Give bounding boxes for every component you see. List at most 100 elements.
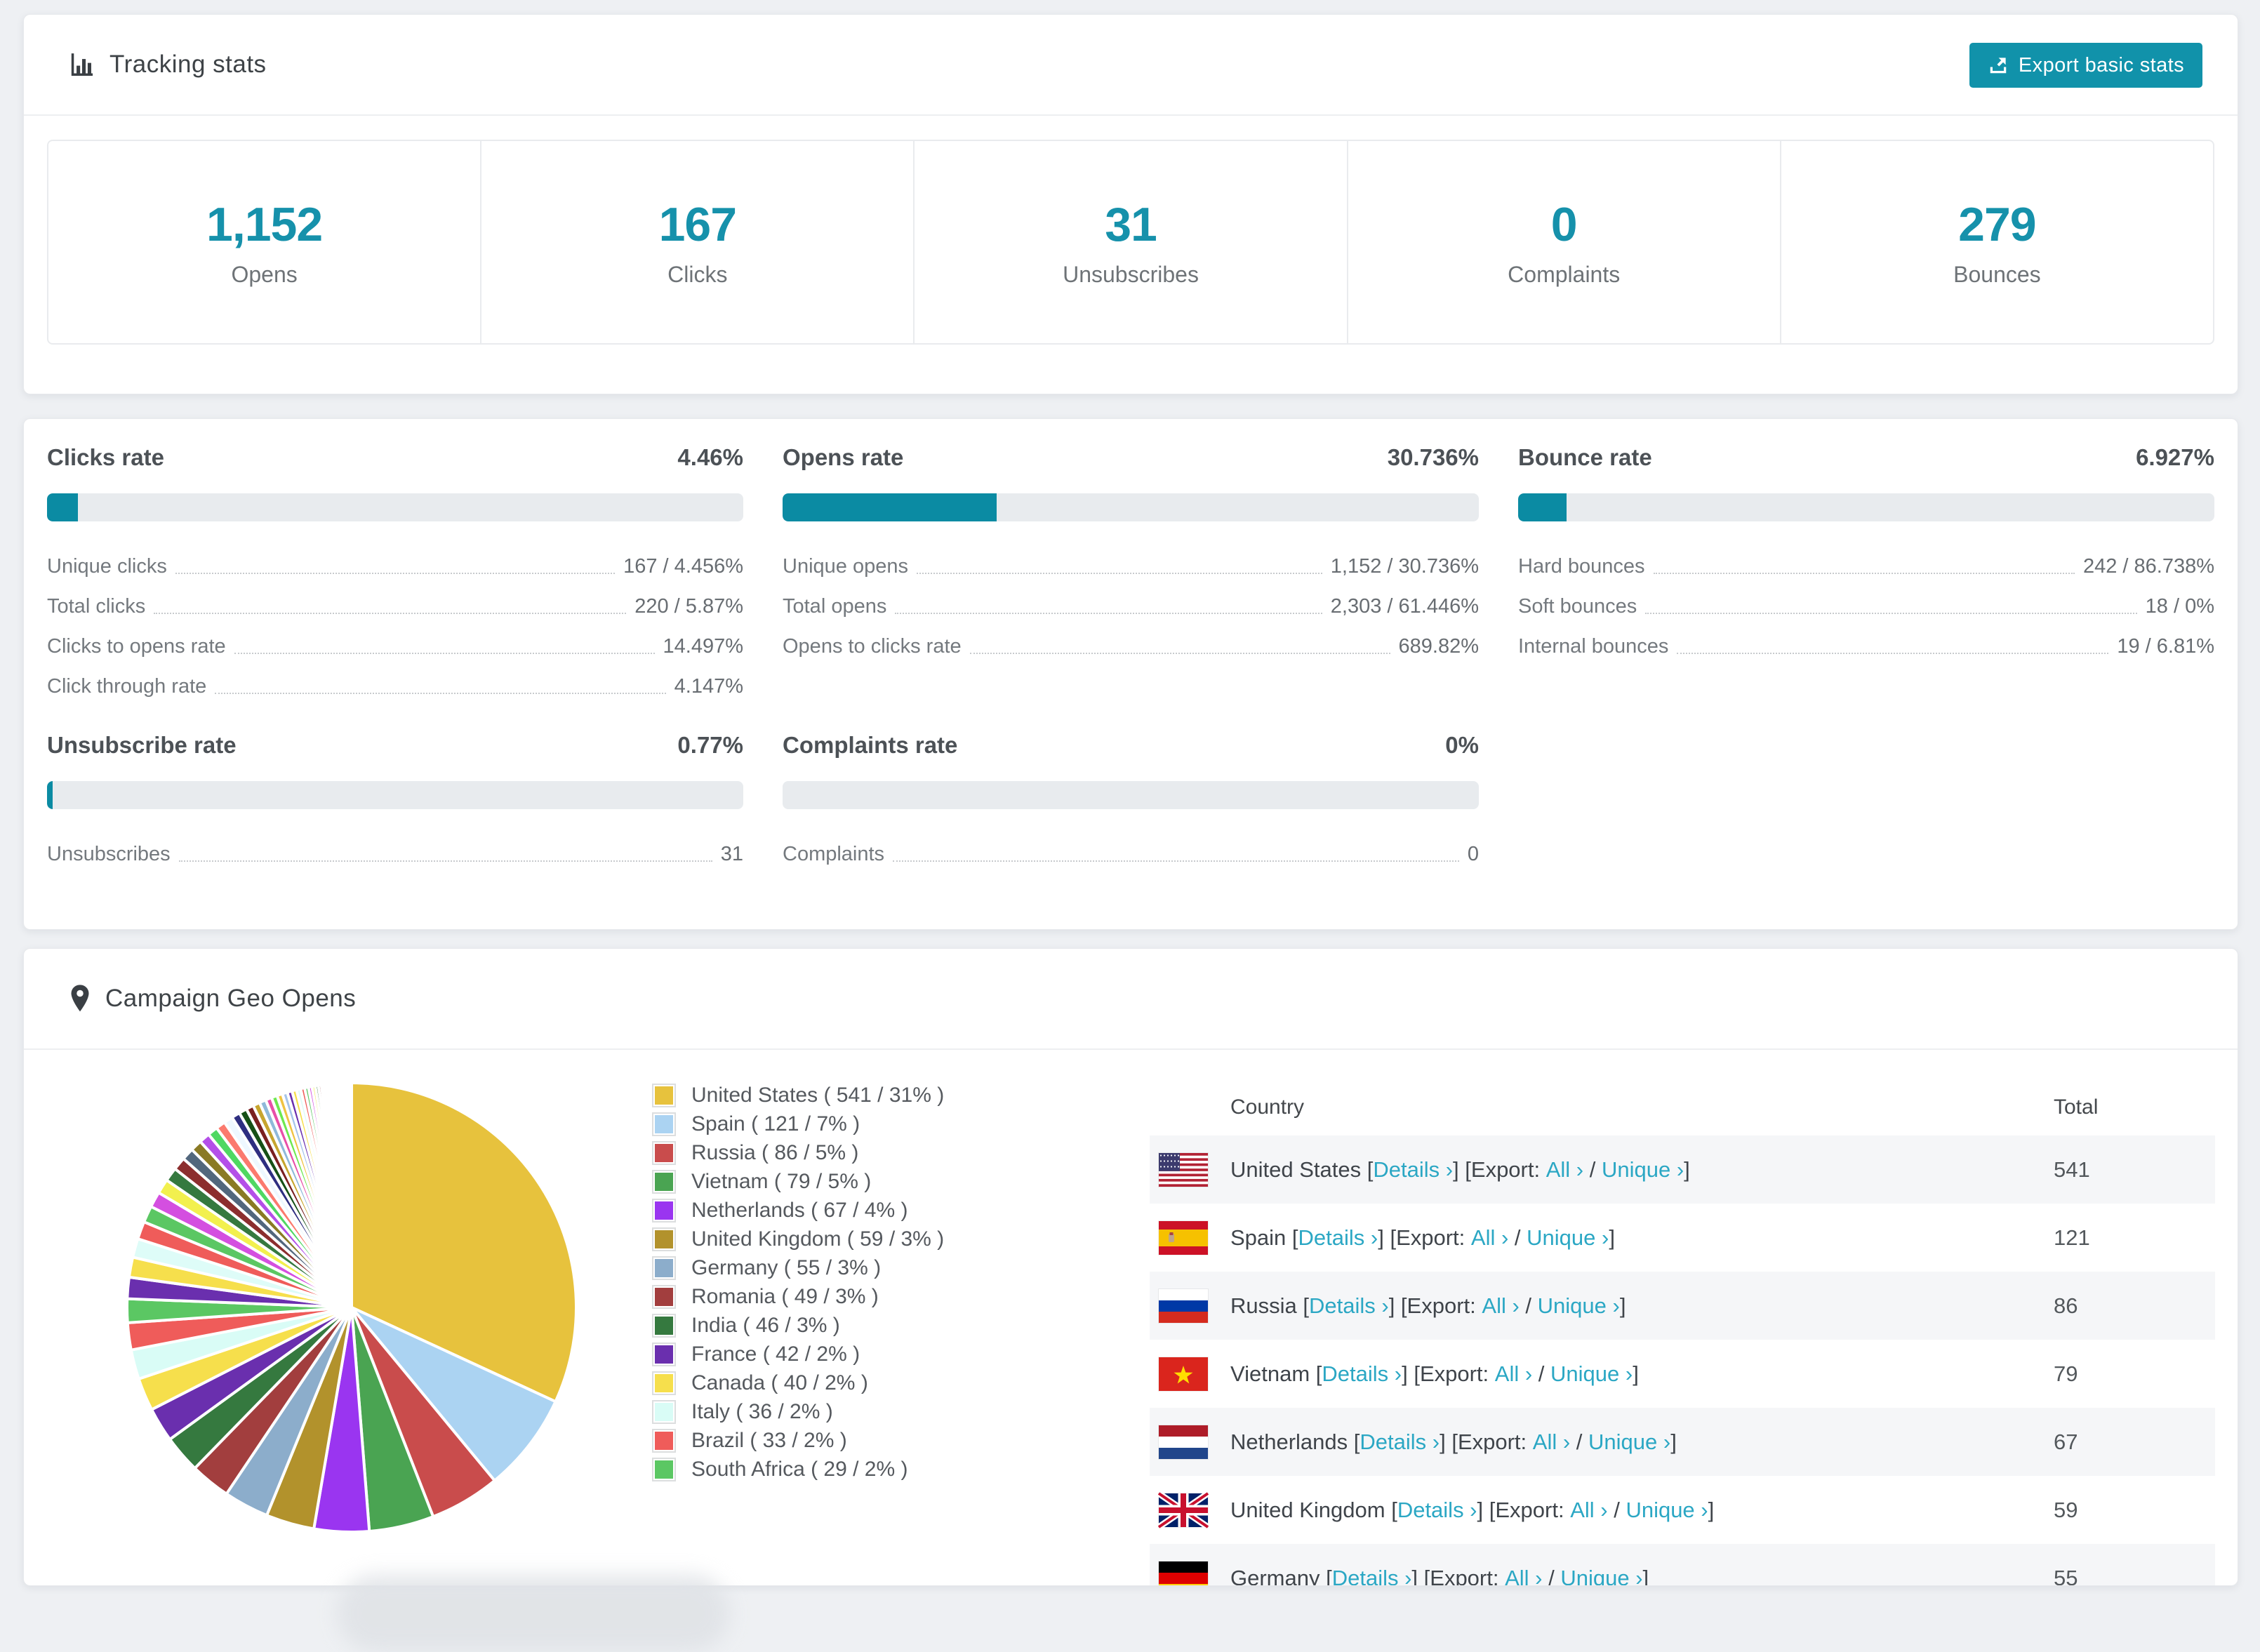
total-column-header: Total	[2054, 1095, 2099, 1119]
stat-row: Internal bounces 19 / 6.81%	[1518, 627, 2214, 667]
legend-item: United Kingdom ( 59 / 3% )	[652, 1225, 944, 1253]
export-unique-link[interactable]: Unique ›	[1550, 1361, 1633, 1386]
legend-label: United Kingdom ( 59 / 3% )	[691, 1227, 945, 1251]
stat-value: 2,303 / 61.446%	[1330, 595, 1479, 618]
export-unique-link[interactable]: Unique ›	[1626, 1498, 1708, 1522]
summary-label: Bounces	[1953, 261, 2041, 287]
export-all-link[interactable]: All ›	[1495, 1361, 1532, 1386]
details-link[interactable]: Details ›	[1360, 1430, 1440, 1454]
export-all-link[interactable]: All ›	[1546, 1157, 1583, 1182]
legend-item: Brazil ( 33 / 2% )	[652, 1426, 944, 1455]
geo-pie-chart	[106, 1057, 597, 1548]
stat-row: Hard bounces 242 / 86.738%	[1518, 547, 2214, 587]
stat-row: Opens to clicks rate 689.82%	[783, 627, 1479, 667]
summary-cell: 0 Complaints	[1348, 141, 1781, 343]
dotted-leader	[175, 572, 616, 574]
legend-label: Spain ( 121 / 7% )	[691, 1112, 860, 1135]
legend-label: Italy ( 36 / 2% )	[691, 1399, 833, 1423]
country-name: Russia	[1230, 1293, 1297, 1318]
export-unique-link[interactable]: Unique ›	[1560, 1566, 1642, 1586]
dotted-leader	[895, 612, 1322, 614]
rate-block: Bounce rate 6.927% Hard bounces 242 / 86…	[1518, 444, 2214, 707]
dotted-leader	[178, 860, 712, 862]
rate-block: Opens rate 30.736% Unique opens 1,152 / …	[783, 444, 1479, 707]
stat-value: 689.82%	[1398, 635, 1480, 658]
rate-title: Clicks rate	[47, 444, 164, 470]
country-name: United Kingdom	[1230, 1497, 1385, 1522]
export-all-link[interactable]: All ›	[1471, 1225, 1508, 1250]
summary-cell: 31 Unsubscribes	[915, 141, 1348, 343]
export-basic-stats-button[interactable]: Export basic stats	[1969, 43, 2202, 88]
dotted-leader	[154, 612, 627, 614]
progress-bar	[1518, 493, 2214, 521]
geo-title: Campaign Geo Opens	[105, 985, 357, 1012]
map-pin-icon	[69, 984, 91, 1013]
bottom-overlay-shadow	[337, 1575, 730, 1652]
country-column-header: Country	[1230, 1095, 1305, 1119]
details-link[interactable]: Details ›	[1298, 1225, 1378, 1250]
rate-block: Complaints rate 0% Complaints 0	[783, 732, 1479, 874]
country-total: 55	[2054, 1565, 2078, 1586]
details-link[interactable]: Details ›	[1373, 1157, 1453, 1182]
dotted-leader	[1645, 612, 2137, 614]
details-link[interactable]: Details ›	[1397, 1498, 1477, 1522]
bar-chart-icon	[69, 51, 95, 78]
stat-label: Unsubscribes	[47, 843, 171, 865]
export-unique-link[interactable]: Unique ›	[1538, 1293, 1620, 1318]
stat-value: 19 / 6.81%	[2117, 635, 2214, 658]
stat-label: Soft bounces	[1518, 595, 1637, 618]
legend-label: Russia ( 86 / 5% )	[691, 1140, 859, 1164]
table-row: Vietnam [Details ›] [Export: All › / Uni…	[1150, 1340, 2215, 1408]
country-total: 121	[2054, 1225, 2090, 1250]
details-link[interactable]: Details ›	[1309, 1293, 1389, 1318]
stat-label: Unique clicks	[47, 555, 167, 578]
export-unique-link[interactable]: Unique ›	[1588, 1430, 1670, 1454]
stat-row: Click through rate 4.147%	[47, 667, 743, 707]
details-link[interactable]: Details ›	[1332, 1566, 1412, 1586]
export-all-link[interactable]: All ›	[1570, 1498, 1607, 1522]
legend-label: Vietnam ( 79 / 5% )	[691, 1169, 872, 1193]
legend-item: Canada ( 40 / 2% )	[652, 1368, 944, 1397]
details-link[interactable]: Details ›	[1322, 1361, 1402, 1386]
export-unique-link[interactable]: Unique ›	[1527, 1225, 1609, 1250]
export-button-label: Export basic stats	[2018, 53, 2184, 76]
legend-item: Russia ( 86 / 5% )	[652, 1138, 944, 1167]
country-name: Vietnam	[1230, 1361, 1310, 1386]
table-row: United States [Details ›] [Export: All ›…	[1150, 1135, 2215, 1204]
legend-item: Romania ( 49 / 3% )	[652, 1282, 944, 1311]
stat-row: Clicks to opens rate 14.497%	[47, 627, 743, 667]
dotted-leader	[969, 652, 1390, 654]
progress-bar	[47, 493, 743, 521]
dotted-leader	[215, 692, 666, 694]
legend-swatch	[652, 1399, 676, 1424]
country-flag-icon	[1157, 1490, 1210, 1530]
export-all-link[interactable]: All ›	[1482, 1293, 1519, 1318]
legend-label: South Africa ( 29 / 2% )	[691, 1457, 908, 1481]
legend-item: United States ( 541 / 31% )	[652, 1081, 944, 1110]
stat-label: Click through rate	[47, 675, 207, 698]
progress-fill	[47, 493, 79, 521]
stat-value: 220 / 5.87%	[634, 595, 743, 618]
country-flag-icon	[1159, 1357, 1208, 1391]
legend-label: India ( 46 / 3% )	[691, 1313, 840, 1337]
summary-value: 31	[1105, 197, 1157, 251]
stat-row: Soft bounces 18 / 0%	[1518, 587, 2214, 627]
legend-label: Germany ( 55 / 3% )	[691, 1255, 882, 1279]
summary-value: 0	[1550, 197, 1578, 251]
table-row: Netherlands [Details ›] [Export: All › /…	[1150, 1408, 2215, 1476]
legend-label: Romania ( 49 / 3% )	[691, 1284, 879, 1308]
export-all-link[interactable]: All ›	[1505, 1566, 1542, 1586]
geo-table-header: Country Total	[1150, 1079, 2215, 1135]
rate-title: Opens rate	[783, 444, 904, 470]
legend-swatch	[652, 1083, 676, 1107]
legend-swatch	[652, 1255, 676, 1280]
country-total: 67	[2054, 1429, 2078, 1454]
legend-swatch	[652, 1140, 676, 1165]
summary-cell: 279 Bounces	[1781, 141, 2213, 343]
rate-title: Complaints rate	[783, 732, 958, 758]
export-all-link[interactable]: All ›	[1533, 1430, 1570, 1454]
export-unique-link[interactable]: Unique ›	[1602, 1157, 1684, 1182]
rate-title: Unsubscribe rate	[47, 732, 237, 758]
table-row: Spain [Details ›] [Export: All › / Uniqu…	[1150, 1204, 2215, 1272]
legend-swatch	[652, 1313, 676, 1338]
